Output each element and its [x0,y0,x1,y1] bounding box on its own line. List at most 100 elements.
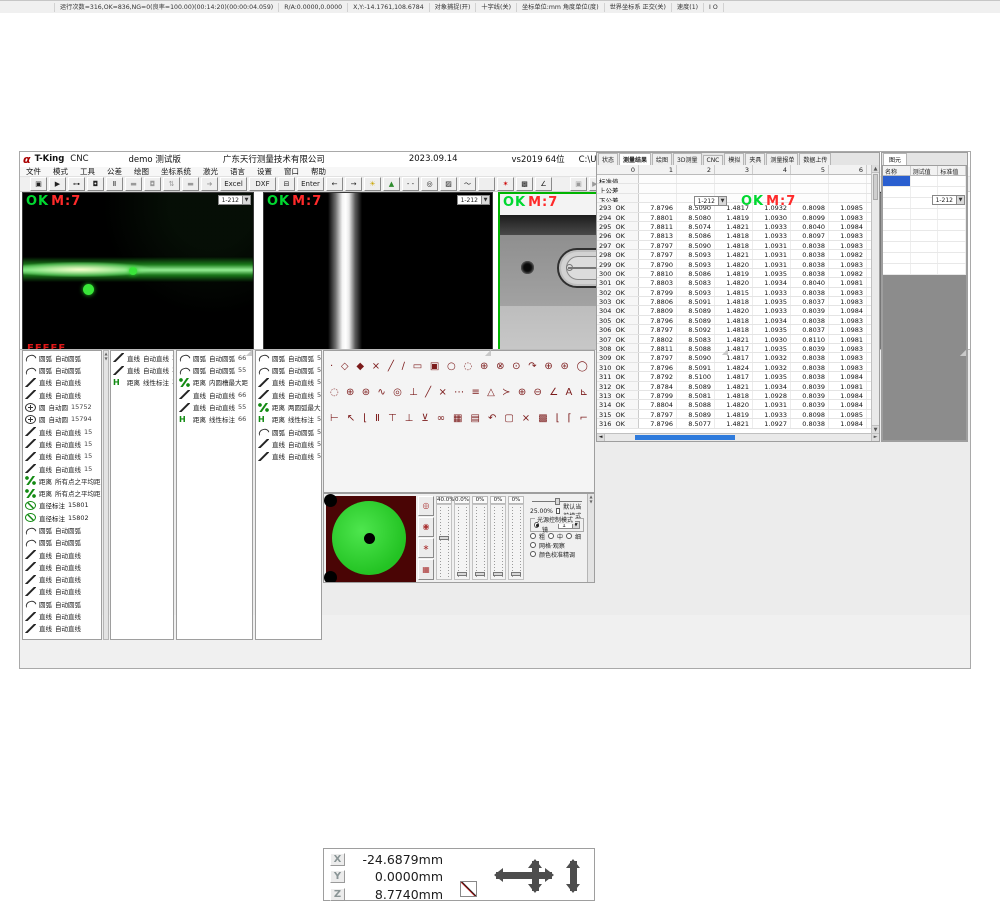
tab-测量结果[interactable]: 测量结果 [619,153,651,165]
slider-track[interactable] [436,504,452,580]
element-list-item[interactable]: 圆弧自动圆弧55 [177,364,252,376]
menu-item[interactable]: 文件 [20,166,47,177]
scroll-left-icon[interactable]: ◄ [597,434,605,441]
measure-tool-icon[interactable]: ⊕ [480,361,488,373]
jog-x-arrows[interactable] [496,872,552,879]
lens-zoom-select[interactable]: 1-212▼ [694,196,727,206]
selected-cell[interactable] [883,176,911,186]
element-list-item[interactable]: 直线自动直线 [23,585,101,597]
menu-item[interactable]: 公差 [101,166,128,177]
slider-track[interactable] [508,504,524,580]
camera-view-2[interactable]: OKM:7 1-212▼ ◢ [263,192,493,358]
scroll-down-icon[interactable]: ▼ [872,425,879,433]
result-cell[interactable] [883,253,911,263]
resize-grip-icon[interactable]: ◢ [485,348,491,357]
element-list-item[interactable]: 圆自动圆15794 [23,413,101,425]
column-header[interactable]: 5 [791,165,829,174]
toolbar-button[interactable]: DXF [249,177,276,191]
column-header[interactable]: 6 [829,165,867,174]
measure-tool-icon[interactable]: ╱ [425,387,431,399]
result-cell[interactable] [911,209,939,219]
result-row[interactable] [883,176,966,187]
chevron-down-icon[interactable]: ▼ [242,196,250,204]
menu-item[interactable]: 设置 [251,166,278,177]
toolbar-button[interactable]: → [345,177,362,191]
column-header[interactable]: 3 [715,165,753,174]
measure-tool-icon[interactable]: ▣ [430,361,439,373]
measure-tool-icon[interactable]: ⊕ [346,387,354,399]
measurement-row[interactable]: 304 OK7.88098.50891.48201.09330.80391.09… [597,306,879,315]
measure-tool-icon[interactable]: ╱ [388,361,394,373]
measurement-row[interactable]: 308 OK7.88118.50881.48171.09350.80391.09… [597,344,879,353]
measure-tool-icon[interactable]: · [330,361,333,373]
element-list-item[interactable]: 直线自动直线55 [177,401,252,413]
light-mode-button[interactable]: ◉ [418,517,434,537]
tab-模拟[interactable]: 模拟 [724,153,744,165]
measure-tool-icon[interactable]: ⊗ [496,361,504,373]
measure-tool-icon[interactable]: ◌ [464,361,473,373]
measure-tool-icon[interactable]: ◆ [356,361,364,373]
result-row[interactable] [883,231,966,242]
element-list-item[interactable]: 圆弧自动圆弧55 [256,352,321,364]
results-vertical-scrollbar[interactable]: ▲ ▼ [871,165,879,433]
element-list-item[interactable]: 距离内圆槽最大距 [177,376,252,388]
measurement-row[interactable]: 313 OK7.87998.50811.48181.09280.80391.09… [597,391,879,400]
element-list-item[interactable]: 直线自动直线 [23,548,101,560]
camera-view-1[interactable]: OKM:7 1-212▼ FFFFF ◢ [22,192,254,358]
element-list-item[interactable]: 直线自动直线 [23,622,101,634]
measure-tool-icon[interactable]: ▢ [504,413,513,425]
resize-grip-icon[interactable]: ◢ [722,347,728,356]
toolbar-button[interactable]: ➜ [201,177,218,191]
chevron-down-icon[interactable]: ▼ [481,196,489,204]
result-cell[interactable] [938,242,966,252]
element-list-item[interactable]: 圆自动圆15752 [23,401,101,413]
element-list-item[interactable]: 直线自动直线 [23,561,101,573]
element-list-item[interactable]: 圆弧自动圆弧55 [256,425,321,437]
element-list-item[interactable]: 直线自动直线55 [256,450,321,462]
measure-tool-icon[interactable]: ∞ [437,413,445,425]
result-cell[interactable] [883,264,911,274]
result-cell[interactable] [911,176,939,186]
measure-tool-icon[interactable]: ⊤ [388,413,397,425]
measurement-row[interactable]: 312 OK7.87848.50891.48211.09340.80391.09… [597,382,879,391]
result-cell[interactable] [911,231,939,241]
element-list-item[interactable]: 直线自动直线34 [111,364,173,376]
toolbar-button[interactable]: ▣ [570,177,587,191]
result-cell[interactable] [883,220,911,230]
measurement-row[interactable]: 311 OK7.87928.51001.48171.09350.80381.09… [597,372,879,381]
menu-item[interactable]: 窗口 [278,166,305,177]
element-list-item[interactable]: 直线自动直线55 [256,438,321,450]
jog-y-arrows[interactable] [532,861,539,891]
element-list-item[interactable]: 圆弧自动圆弧 [23,352,101,364]
tab-状态[interactable]: 状态 [598,153,618,165]
element-list-item[interactable]: 圆弧自动圆弧 [23,364,101,376]
element-list-item[interactable]: 直线自动直线 [23,573,101,585]
measure-tool-icon[interactable]: ▩ [538,413,547,425]
list-scrollbar[interactable]: ▲▼ [103,350,109,640]
tab-3D测量[interactable]: 3D测量 [673,153,701,165]
result-cell[interactable] [911,220,939,230]
toolbar-button[interactable]: ▬ [182,177,199,191]
slider-handle[interactable] [555,498,560,505]
measure-tool-icon[interactable]: ⊖ [534,387,542,399]
toolbar-button[interactable]: ▲ [383,177,400,191]
element-list-item[interactable]: 圆弧自动圆弧 [23,598,101,610]
toolbar-button[interactable]: ⇅ [163,177,180,191]
element-list-item[interactable]: 直线自动直线15 [23,438,101,450]
measure-tool-icon[interactable]: ⊛ [362,387,370,399]
measure-tool-icon[interactable]: ⊕ [518,387,526,399]
measure-tool-icon[interactable]: ∕ [402,361,405,373]
result-col-header[interactable]: 标准值 [938,166,966,175]
scroll-thumb[interactable] [635,435,735,440]
resize-grip-icon[interactable]: ◢ [246,348,252,357]
measure-tool-icon[interactable]: ⊥ [409,387,418,399]
menu-item[interactable]: 绘图 [128,166,155,177]
measure-tool-icon[interactable]: ⨯ [438,387,446,399]
measure-tool-icon[interactable]: ⊙ [512,361,520,373]
result-cell[interactable] [938,176,966,186]
light-panel-scrollbar[interactable]: ▲▼ [587,494,594,582]
measure-tool-icon[interactable]: ⊥ [405,413,414,425]
lens-radio[interactable] [534,522,539,528]
measure-tool-icon[interactable]: ⊢ [330,413,339,425]
menu-item[interactable]: 帮助 [305,166,332,177]
